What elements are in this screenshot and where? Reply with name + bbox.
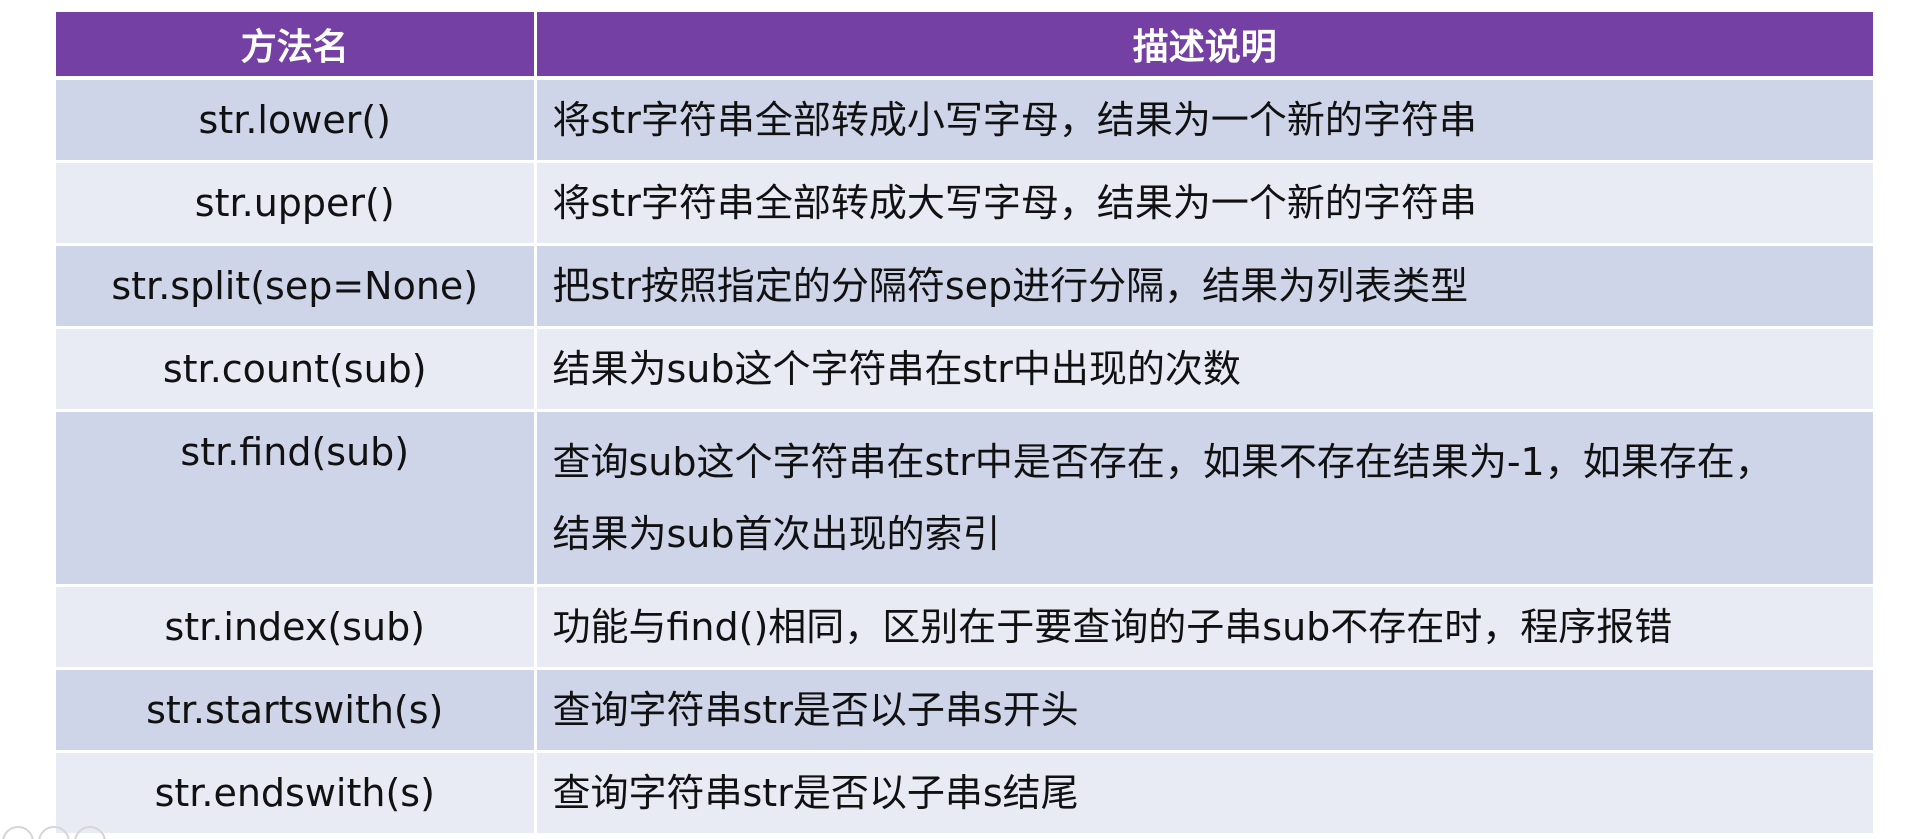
- description-line: 查询sub这个字符串在str中是否存在，如果不存在结果为-1，如果存在，: [552, 440, 1773, 484]
- description-cell: 查询字符串str是否以子串s结尾: [535, 751, 1873, 836]
- description-line: 结果为sub首次出现的索引: [552, 512, 1001, 556]
- method-name-cell: str.lower(): [56, 78, 537, 163]
- previous-slide-icon[interactable]: [2, 826, 34, 839]
- zoom-icon[interactable]: [38, 826, 70, 839]
- method-name-cell: str.split(sep=None): [56, 244, 537, 329]
- description-cell: 查询sub这个字符串在str中是否存在，如果不存在结果为-1，如果存在， 结果为…: [535, 410, 1873, 587]
- description-cell: 结果为sub这个字符串在str中出现的次数: [535, 327, 1873, 412]
- header-method-name: 方法名: [56, 12, 537, 80]
- slide-controls: [0, 822, 120, 839]
- method-name-cell: str.index(sub): [56, 585, 537, 670]
- method-name-cell: str.upper(): [56, 161, 537, 246]
- table-row: str.endswith(s) 查询字符串str是否以子串s结尾: [56, 751, 1873, 836]
- table-row: str.find(sub) 查询sub这个字符串在str中是否存在，如果不存在结…: [56, 410, 1873, 587]
- table-row: str.index(sub) 功能与find()相同，区别在于要查询的子串sub…: [56, 585, 1873, 670]
- table-row: str.count(sub) 结果为sub这个字符串在str中出现的次数: [56, 327, 1873, 412]
- method-name-cell: str.endswith(s): [56, 751, 537, 836]
- menu-icon[interactable]: [74, 826, 106, 839]
- description-cell: 把str按照指定的分隔符sep进行分隔，结果为列表类型: [535, 244, 1873, 329]
- string-methods-table: 方法名 描述说明 str.lower() 将str字符串全部转成小写字母，结果为…: [56, 12, 1873, 836]
- method-name-cell: str.find(sub): [56, 410, 537, 587]
- description-cell: 将str字符串全部转成大写字母，结果为一个新的字符串: [535, 161, 1873, 246]
- method-name-cell: str.startswith(s): [56, 668, 537, 753]
- header-description: 描述说明: [535, 12, 1873, 80]
- table-header-row: 方法名 描述说明: [56, 12, 1873, 80]
- table-row: str.split(sep=None) 把str按照指定的分隔符sep进行分隔，…: [56, 244, 1873, 329]
- description-cell: 将str字符串全部转成小写字母，结果为一个新的字符串: [535, 78, 1873, 163]
- slide: 方法名 描述说明 str.lower() 将str字符串全部转成小写字母，结果为…: [0, 0, 1913, 839]
- table-row: str.lower() 将str字符串全部转成小写字母，结果为一个新的字符串: [56, 78, 1873, 163]
- description-cell: 查询字符串str是否以子串s开头: [535, 668, 1873, 753]
- table-row: str.startswith(s) 查询字符串str是否以子串s开头: [56, 668, 1873, 753]
- method-name-cell: str.count(sub): [56, 327, 537, 412]
- table-row: str.upper() 将str字符串全部转成大写字母，结果为一个新的字符串: [56, 161, 1873, 246]
- description-cell: 功能与find()相同，区别在于要查询的子串sub不存在时，程序报错: [535, 585, 1873, 670]
